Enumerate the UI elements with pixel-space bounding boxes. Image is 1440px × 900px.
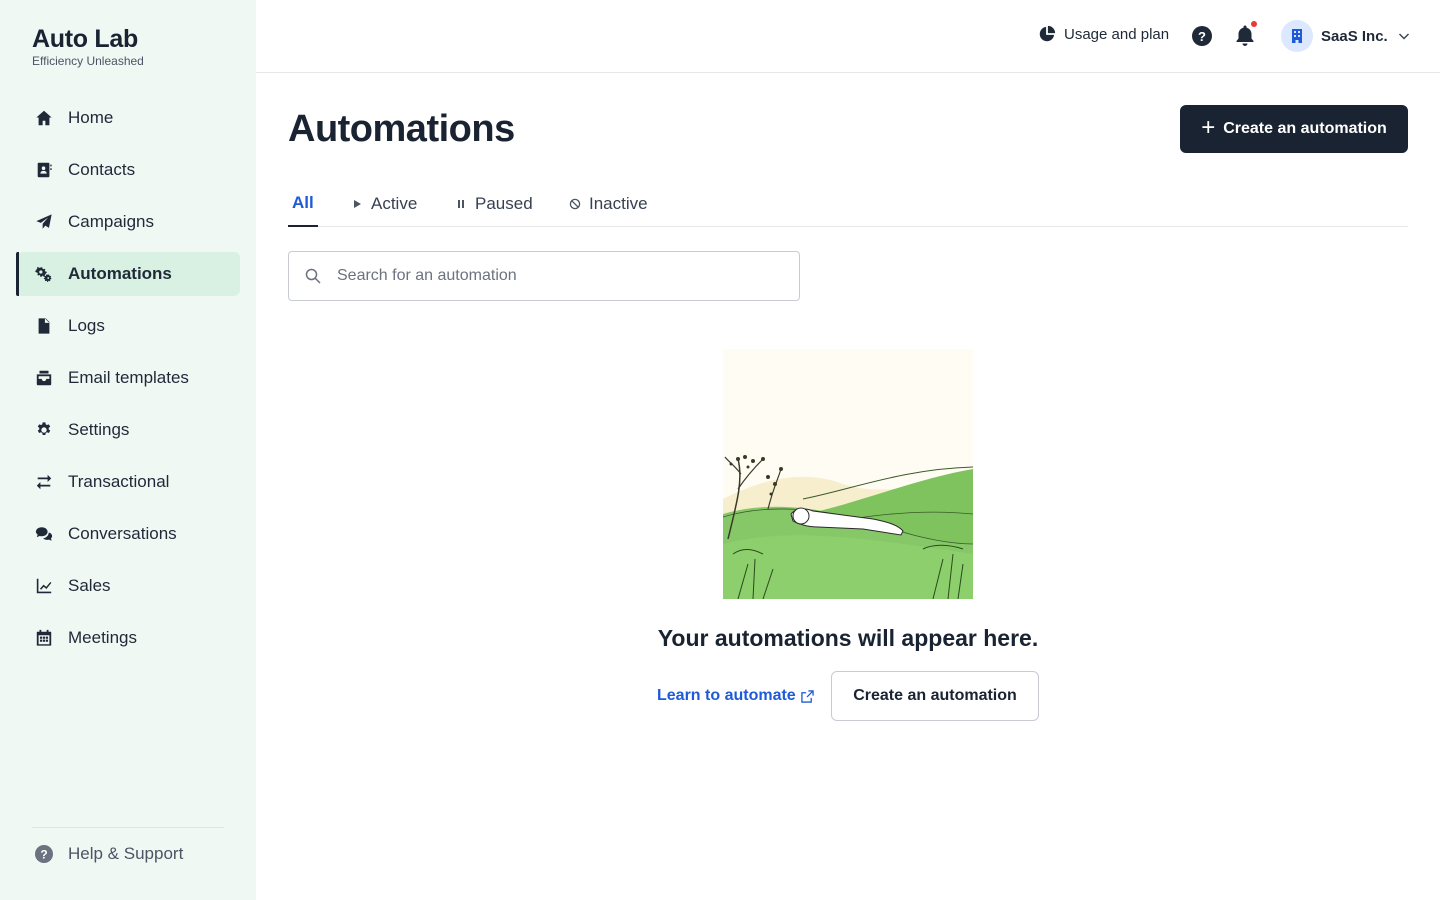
- notifications-button[interactable]: [1234, 20, 1258, 48]
- learn-to-automate-label: Learn to automate: [657, 687, 796, 704]
- top-header: Usage and plan ? SaaS Inc.: [256, 0, 1440, 73]
- sidebar-item-label: Settings: [68, 420, 130, 439]
- brand-title: Auto Lab: [32, 25, 138, 53]
- usage-and-plan-button[interactable]: Usage and plan: [1038, 25, 1169, 43]
- svg-text:?: ?: [40, 848, 47, 862]
- page-title: Automations: [288, 108, 515, 150]
- organization-name: SaaS Inc.: [1321, 27, 1388, 45]
- tab-label: Paused: [475, 193, 533, 213]
- sidebar-item-transactional[interactable]: Transactional: [16, 460, 240, 504]
- external-link-icon: [800, 689, 814, 703]
- contacts-icon: [34, 160, 54, 180]
- sidebar-item-home[interactable]: Home: [16, 96, 240, 140]
- search-input[interactable]: [337, 267, 777, 285]
- tab-paused[interactable]: Paused: [455, 180, 533, 227]
- tab-label: Active: [371, 193, 418, 213]
- sidebar-item-label: Transactional: [68, 472, 170, 491]
- sidebar-item-label: Conversations: [68, 524, 177, 543]
- empty-state-illustration: [723, 349, 973, 599]
- document-icon: [34, 316, 54, 336]
- pause-icon: [455, 198, 467, 210]
- home-icon: [34, 108, 54, 128]
- sidebar-item-label: Logs: [68, 316, 105, 335]
- tab-label: All: [292, 192, 314, 212]
- sidebar-item-conversations[interactable]: Conversations: [16, 512, 240, 556]
- create-automation-secondary-button[interactable]: Create an automation: [831, 671, 1039, 721]
- create-automation-label: Create an automation: [1223, 120, 1387, 137]
- sidebar-divider: [32, 827, 224, 828]
- search-box: [288, 251, 800, 301]
- paper-plane-icon: [34, 212, 54, 232]
- sidebar-item-contacts[interactable]: Contacts: [16, 148, 240, 192]
- brand-subtitle: Efficiency Unleashed: [32, 54, 144, 68]
- play-icon: [351, 198, 363, 210]
- arrows-exchange-icon: [34, 472, 54, 492]
- question-circle-icon: ?: [35, 845, 53, 863]
- pie-chart-icon: [1039, 25, 1056, 42]
- sidebar-item-logs[interactable]: Logs: [16, 304, 240, 348]
- empty-state-title: Your automations will appear here.: [657, 625, 1039, 651]
- sidebar-item-label: Home: [68, 108, 114, 127]
- sidebar-item-label: Contacts: [68, 160, 136, 179]
- notification-dot: [1250, 20, 1258, 28]
- sidebar-item-meetings[interactable]: Meetings: [16, 616, 240, 660]
- building-icon: [1292, 29, 1302, 43]
- sidebar-item-label: Email templates: [68, 368, 189, 387]
- tab-inactive[interactable]: Inactive: [569, 180, 648, 227]
- gears-icon: [34, 264, 54, 284]
- learn-to-automate-link[interactable]: Learn to automate: [657, 685, 814, 707]
- sidebar-item-label: Automations: [68, 264, 172, 283]
- ban-icon: [569, 198, 581, 210]
- chevron-down-icon: [1398, 33, 1409, 40]
- organization-avatar: [1281, 20, 1313, 52]
- inbox-icon: [34, 368, 54, 388]
- sidebar-item-label: Campaigns: [68, 212, 154, 231]
- sidebar-nav: Home Contacts Campaigns Automations Logs…: [16, 96, 240, 668]
- plus-icon: +: [1201, 114, 1216, 141]
- sidebar-item-email-templates[interactable]: Email templates: [16, 356, 240, 400]
- usage-label: Usage and plan: [1064, 25, 1170, 43]
- sidebar-item-label: Meetings: [68, 628, 137, 647]
- search-icon: [305, 268, 321, 284]
- gear-icon: [34, 420, 54, 440]
- sidebar-item-automations[interactable]: Automations: [16, 252, 240, 296]
- brand[interactable]: Auto Lab Efficiency Unleashed: [32, 24, 144, 68]
- sidebar-item-settings[interactable]: Settings: [16, 408, 240, 452]
- create-automation-button[interactable]: + Create an automation: [1180, 105, 1408, 153]
- sidebar: Auto Lab Efficiency Unleashed Home Conta…: [0, 0, 256, 900]
- svg-text:?: ?: [1198, 29, 1206, 44]
- organization-switcher[interactable]: SaaS Inc.: [1281, 20, 1410, 52]
- sidebar-item-sales[interactable]: Sales: [16, 564, 240, 608]
- sidebar-item-label: Sales: [68, 576, 111, 595]
- help-icon[interactable]: ?: [1192, 26, 1212, 46]
- status-tabs: All Active Paused Inactive: [288, 180, 1408, 227]
- tab-all[interactable]: All: [288, 180, 318, 227]
- chat-bubbles-icon: [34, 524, 54, 544]
- line-chart-icon: [34, 576, 54, 596]
- tab-label: Inactive: [589, 193, 648, 213]
- help-support-link[interactable]: ? Help & Support: [34, 844, 183, 864]
- sidebar-item-campaigns[interactable]: Campaigns: [16, 200, 240, 244]
- help-support-label: Help & Support: [68, 844, 184, 863]
- calendar-icon: [34, 628, 54, 648]
- tab-active[interactable]: Active: [351, 180, 417, 227]
